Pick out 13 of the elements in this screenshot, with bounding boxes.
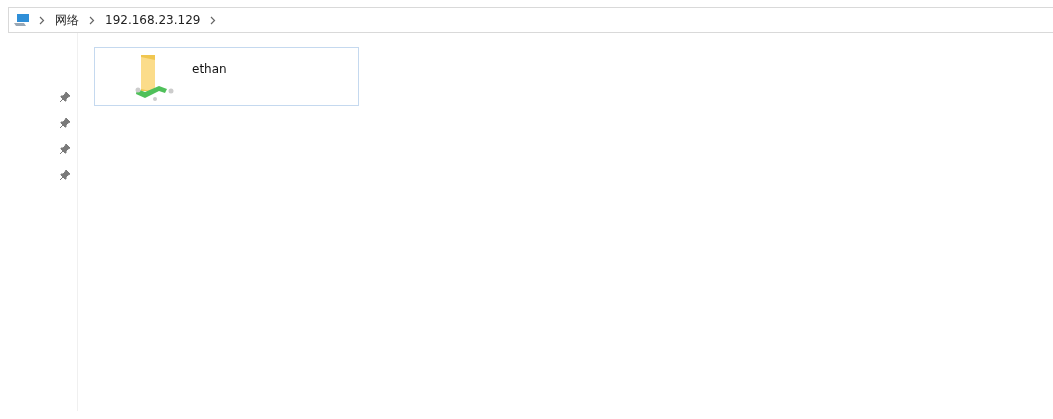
- breadcrumb[interactable]: 网络: [54, 11, 80, 29]
- share-tile[interactable]: ethan: [94, 47, 359, 106]
- pin-icon[interactable]: [59, 117, 71, 129]
- chevron-icon: [210, 15, 217, 25]
- pin-icon[interactable]: [59, 91, 71, 103]
- network-computer-icon: [13, 13, 30, 27]
- pin-icon[interactable]: [59, 169, 71, 181]
- chevron-icon: [89, 15, 95, 25]
- breadcrumb[interactable]: 192.168.23.129: [104, 13, 202, 27]
- pin-icon[interactable]: [59, 143, 71, 155]
- shared-folder-icon: [135, 53, 175, 101]
- folder-name: ethan: [192, 62, 227, 76]
- chevron-icon: [39, 15, 45, 25]
